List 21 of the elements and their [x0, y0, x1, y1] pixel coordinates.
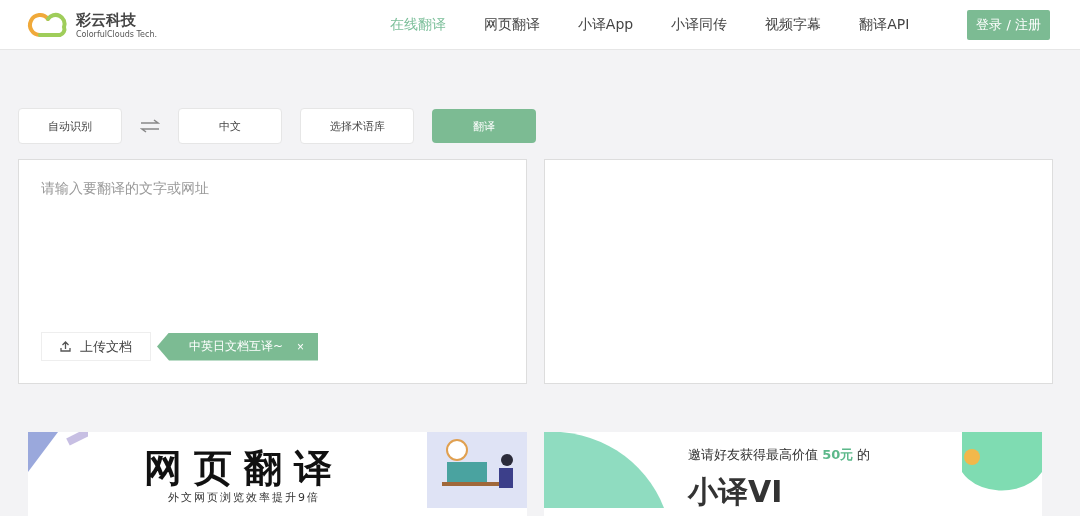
target-language-select[interactable]: 中文: [178, 108, 282, 144]
swap-icon[interactable]: [140, 119, 160, 133]
upload-icon: [60, 341, 71, 352]
nav-link[interactable]: 网页翻译: [483, 15, 540, 34]
upload-document-button[interactable]: 上传文档: [41, 332, 151, 361]
banner-title: 小译VI: [688, 473, 784, 511]
nav-link[interactable]: 翻译API: [859, 15, 910, 34]
nav-link[interactable]: 小译App: [577, 15, 634, 34]
source-language-select[interactable]: 自动识别: [18, 108, 122, 144]
promo-banner[interactable]: 邀请好友获得最高价值 50元 的 小译VI: [544, 432, 1042, 516]
banner-subtitle: 外文网页浏览效率提升9倍: [168, 490, 320, 505]
tip-text: 中英日文档互译~: [189, 338, 284, 355]
promo-banner[interactable]: 网页翻译 外文网页浏览效率提升9倍: [28, 432, 527, 516]
brand-tagline: ColorfulClouds Tech.: [76, 29, 158, 39]
banner-title: 网页翻译: [144, 446, 344, 490]
banner-text: 邀请好友获得最高价值 50元 的: [688, 446, 871, 464]
nav-link[interactable]: 视频字幕: [765, 15, 822, 34]
glossary-select[interactable]: 选择术语库: [300, 108, 414, 144]
source-text-field[interactable]: 请输入要翻译的文字或网址 上传文档 中英日文档互译~ ×: [18, 159, 527, 384]
brand-name: 彩云科技: [76, 10, 137, 30]
nav-link[interactable]: 小译同传: [671, 15, 728, 34]
